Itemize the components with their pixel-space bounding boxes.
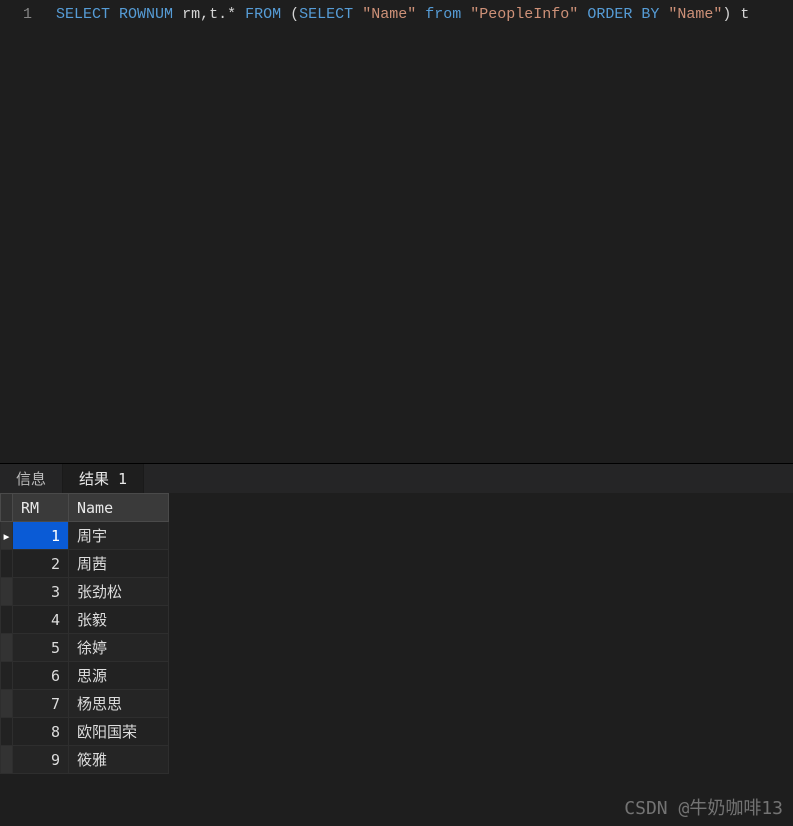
tab-info[interactable]: 信息 — [0, 464, 63, 493]
table-row[interactable]: 7杨思思 — [1, 690, 169, 718]
col-header-name[interactable]: Name — [69, 494, 169, 522]
code-line[interactable]: SELECT ROWNUM rm,t.* FROM (SELECT "Name"… — [44, 0, 749, 463]
cell-name[interactable]: 张劲松 — [69, 578, 169, 606]
col-header-rm[interactable]: RM — [13, 494, 69, 522]
cell-name[interactable]: 思源 — [69, 662, 169, 690]
comma: , — [200, 6, 209, 23]
table-name: "PeopleInfo" — [470, 6, 578, 23]
cell-rm[interactable]: 7 — [13, 690, 69, 718]
cell-name[interactable]: 徐婷 — [69, 634, 169, 662]
col-name: "Name" — [362, 6, 416, 23]
cell-rm[interactable]: 8 — [13, 718, 69, 746]
row-marker — [1, 746, 13, 774]
col-name-2: "Name" — [668, 6, 722, 23]
cell-name[interactable]: 杨思思 — [69, 690, 169, 718]
table-row[interactable]: 5徐婷 — [1, 634, 169, 662]
row-marker — [1, 578, 13, 606]
cell-rm[interactable]: 4 — [13, 606, 69, 634]
table-row[interactable]: 4张毅 — [1, 606, 169, 634]
kw-by: BY — [641, 6, 659, 23]
row-marker: ▸ — [1, 522, 13, 550]
alias-rm: rm — [182, 6, 200, 23]
row-marker — [1, 662, 13, 690]
row-marker — [1, 634, 13, 662]
cell-rm[interactable]: 2 — [13, 550, 69, 578]
sql-editor[interactable]: 1 SELECT ROWNUM rm,t.* FROM (SELECT "Nam… — [0, 0, 793, 463]
fn-rownum: ROWNUM — [119, 6, 173, 23]
row-marker — [1, 606, 13, 634]
kw-from-2: from — [425, 6, 461, 23]
cell-rm[interactable]: 5 — [13, 634, 69, 662]
kw-select: SELECT — [56, 6, 110, 23]
rparen: ) — [722, 6, 731, 23]
kw-select-2: SELECT — [299, 6, 353, 23]
results-grid[interactable]: RM Name ▸1周宇2周茜3张劲松4张毅5徐婷6思源7杨思思8欧阳国荣9筱雅 — [0, 493, 169, 774]
table-row[interactable]: 3张劲松 — [1, 578, 169, 606]
row-header-blank — [1, 494, 13, 522]
results-pane: RM Name ▸1周宇2周茜3张劲松4张毅5徐婷6思源7杨思思8欧阳国荣9筱雅 — [0, 493, 793, 774]
watermark: CSDN @牛奶咖啡13 — [624, 794, 783, 820]
table-row[interactable]: 9筱雅 — [1, 746, 169, 774]
row-marker — [1, 718, 13, 746]
cell-rm[interactable]: 6 — [13, 662, 69, 690]
alias-t: t — [740, 6, 749, 23]
cell-name[interactable]: 周宇 — [69, 522, 169, 550]
table-row[interactable]: 2周茜 — [1, 550, 169, 578]
row-marker — [1, 690, 13, 718]
line-number: 1 — [0, 4, 32, 26]
table-row[interactable]: 8欧阳国荣 — [1, 718, 169, 746]
row-marker — [1, 550, 13, 578]
kw-order: ORDER — [587, 6, 632, 23]
results-tabbar: 信息 结果 1 — [0, 463, 793, 493]
tab-result-1[interactable]: 结果 1 — [63, 464, 144, 493]
cell-rm[interactable]: 9 — [13, 746, 69, 774]
kw-from: FROM — [245, 6, 281, 23]
line-gutter: 1 — [0, 0, 44, 463]
t-star: t.* — [209, 6, 236, 23]
cell-rm[interactable]: 3 — [13, 578, 69, 606]
cell-name[interactable]: 周茜 — [69, 550, 169, 578]
lparen: ( — [290, 6, 299, 23]
table-row[interactable]: ▸1周宇 — [1, 522, 169, 550]
cell-rm[interactable]: 1 — [13, 522, 69, 550]
cell-name[interactable]: 欧阳国荣 — [69, 718, 169, 746]
cell-name[interactable]: 筱雅 — [69, 746, 169, 774]
cell-name[interactable]: 张毅 — [69, 606, 169, 634]
table-row[interactable]: 6思源 — [1, 662, 169, 690]
